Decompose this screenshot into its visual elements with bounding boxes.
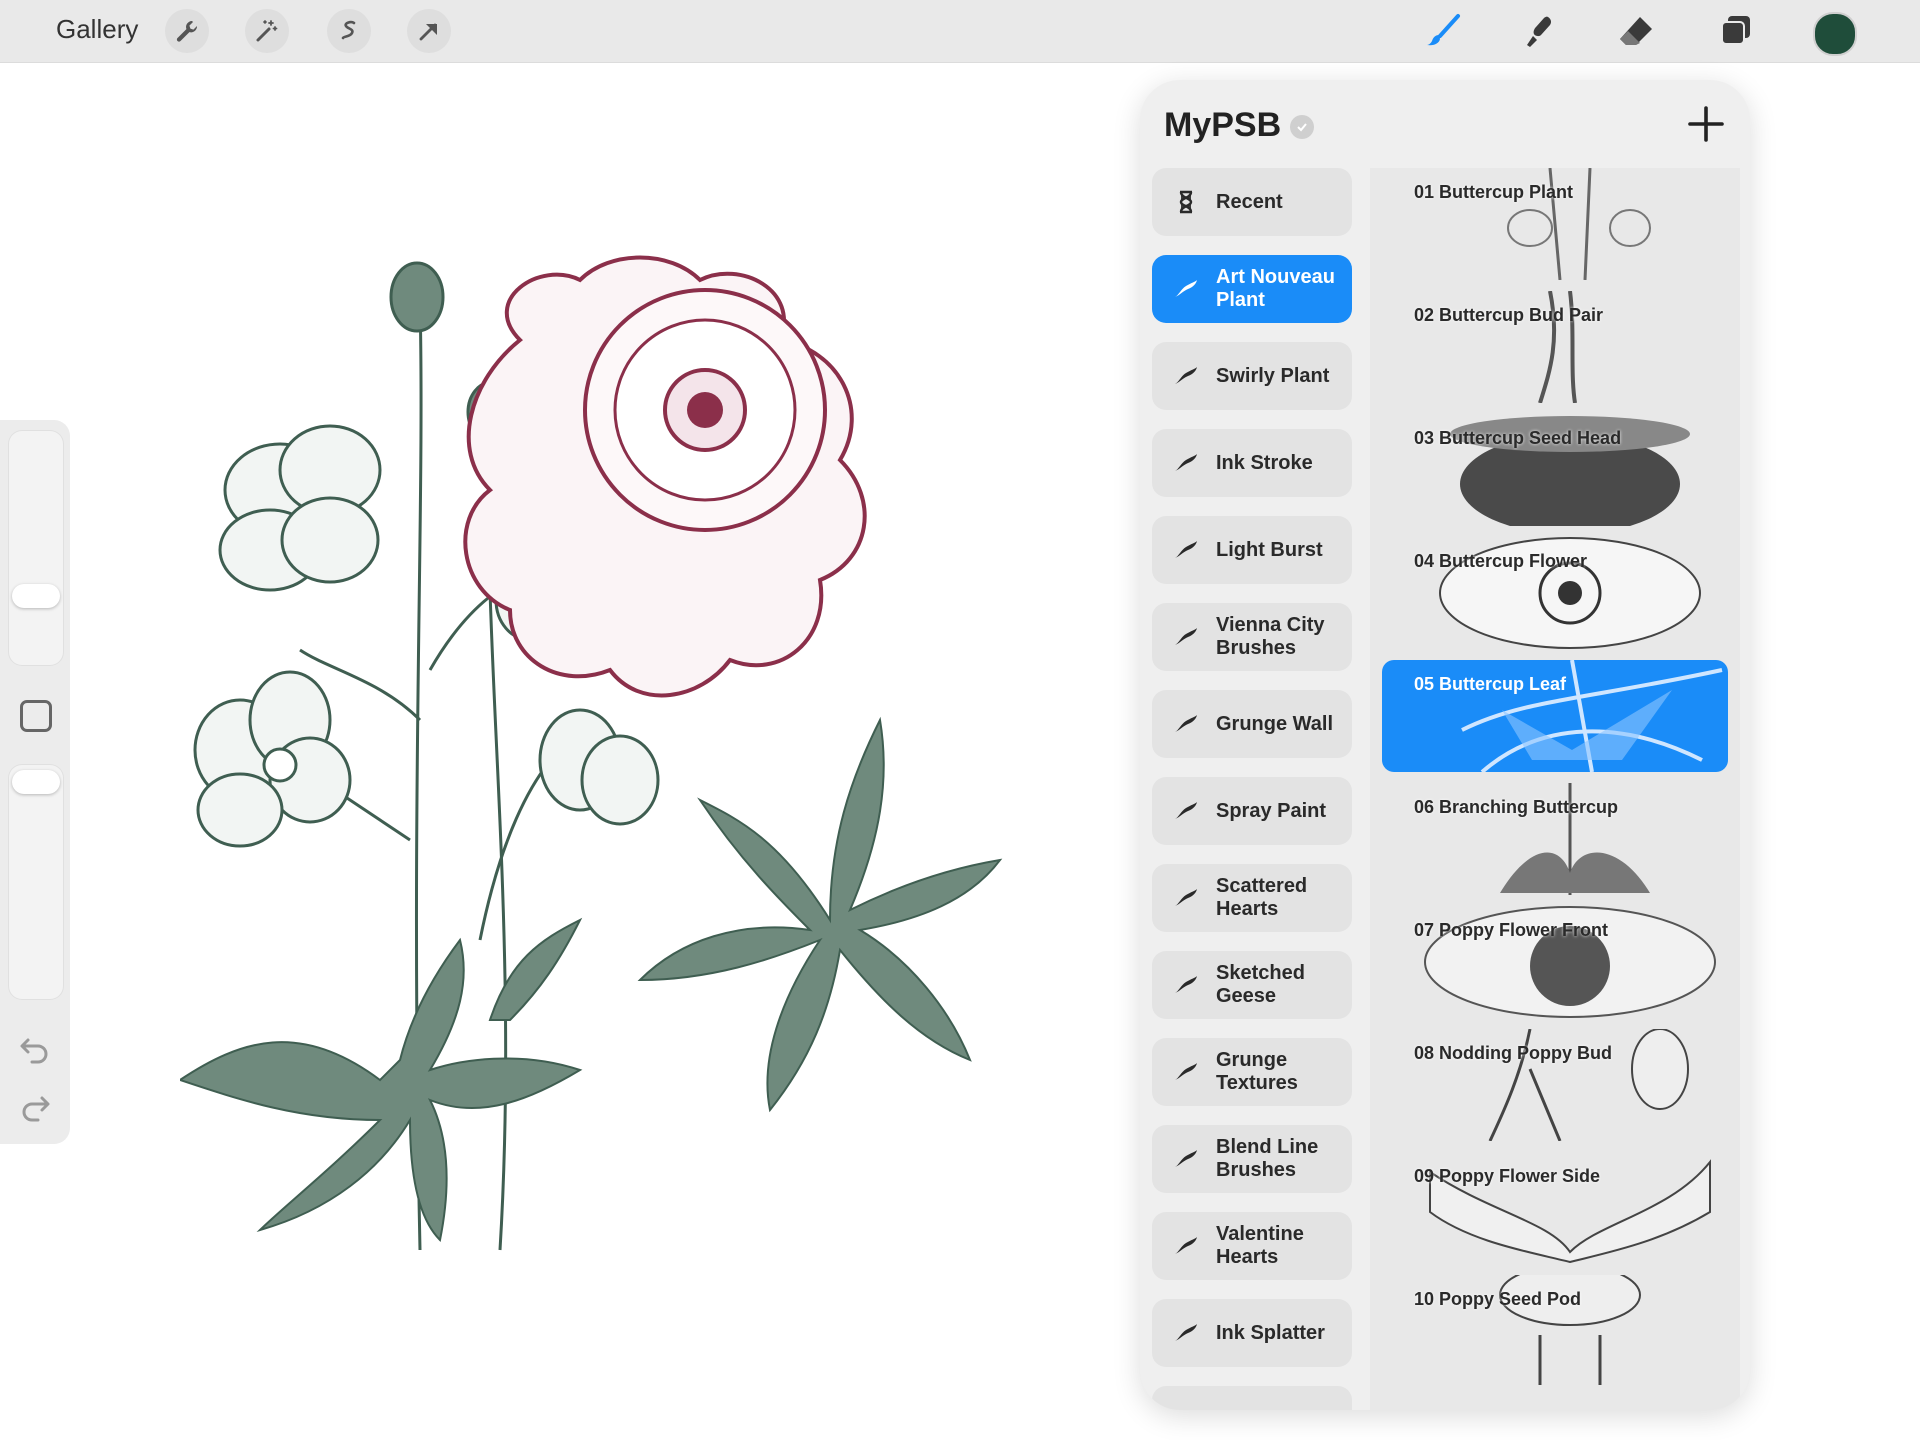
brush-name: 04 Buttercup Flower <box>1414 551 1588 571</box>
brush-name: 05 Buttercup Leaf <box>1414 674 1567 694</box>
brush-stroke-icon <box>1175 1063 1197 1080</box>
brush-set-item[interactable]: Blend Line Brushes <box>1152 1125 1352 1193</box>
brush-name: 08 Nodding Poppy Bud <box>1414 1043 1612 1063</box>
left-sidebar <box>0 420 70 1144</box>
brush-stroke-icon <box>1175 1237 1197 1254</box>
brush-item[interactable]: 07 Poppy Flower Front <box>1370 906 1740 1018</box>
opacity-thumb[interactable] <box>12 770 60 794</box>
brush-set-item[interactable]: Valentine Hearts <box>1152 1212 1352 1280</box>
brush-set-label: Vienna City Brushes <box>1216 614 1325 659</box>
brush-sets-list: Recent Art Nouveau Plant Swirly Plant Ink S… <box>1152 168 1356 1410</box>
brush-set-item[interactable]: Swirly Plant <box>1152 342 1352 410</box>
add-brush-set-button[interactable] <box>1684 102 1728 146</box>
brush-name: 02 Buttercup Bud Pair <box>1414 305 1604 325</box>
color-picker-swatch[interactable] <box>1813 12 1857 56</box>
brush-stroke-icon <box>1175 541 1197 558</box>
brush-set-label: Spray Paint <box>1216 799 1327 822</box>
modify-square-button[interactable] <box>20 700 52 732</box>
brush-name: 01 Buttercup Plant <box>1414 182 1574 202</box>
brush-set-label: Ink Stroke <box>1216 451 1313 474</box>
panel-title: MyPSB <box>1164 106 1282 144</box>
eraser-icon[interactable] <box>1612 8 1660 54</box>
hourglass-icon <box>1179 190 1193 214</box>
brush-name: 10 Poppy Seed Pod <box>1414 1289 1582 1309</box>
brush-stroke-icon <box>1175 454 1197 471</box>
brush-item[interactable]: 03 Buttercup Seed Head <box>1370 414 1740 526</box>
brush-set-label: Scattered Hearts <box>1216 875 1308 920</box>
magic-wand-icon[interactable] <box>245 9 289 53</box>
redo-icon[interactable] <box>18 1090 52 1124</box>
brush-stroke-icon <box>1175 628 1197 645</box>
gallery-button[interactable]: Gallery <box>56 14 138 45</box>
brush-size-slider[interactable] <box>8 430 64 666</box>
brush-name: 06 Branching Buttercup <box>1414 797 1619 817</box>
undo-icon[interactable] <box>18 1032 52 1066</box>
buttercup-flower-illustration <box>463 255 867 698</box>
layers-icon[interactable] <box>1712 8 1760 54</box>
brush-set-label: Sunburst <box>1216 1409 1352 1411</box>
brush-icon[interactable] <box>1420 8 1468 54</box>
wrench-icon[interactable] <box>165 9 209 53</box>
brush-item[interactable]: 04 Buttercup Flower <box>1370 537 1740 649</box>
brush-item[interactable]: 01 Buttercup Plant <box>1370 168 1740 280</box>
brush-stroke-icon <box>1175 1324 1197 1341</box>
brush-name: 03 Buttercup Seed Head <box>1414 428 1622 448</box>
brush-item[interactable]: 06 Branching Buttercup <box>1370 783 1740 895</box>
brush-set-label: Grunge Wall <box>1216 712 1334 735</box>
brush-item[interactable]: 10 Poppy Seed Pod <box>1370 1275 1740 1387</box>
brush-set-item[interactable]: Ink Splatter <box>1152 1299 1352 1367</box>
brush-set-label: Valentine Hearts <box>1216 1223 1304 1268</box>
brush-stroke-icon <box>1175 715 1197 732</box>
brush-set-item[interactable]: Scattered Hearts <box>1152 864 1352 932</box>
brush-item[interactable]: 05 Buttercup Leaf <box>1382 660 1728 772</box>
brush-set-item[interactable]: Vienna City Brushes <box>1152 603 1352 671</box>
brush-stroke-icon <box>1175 367 1197 384</box>
brush-item[interactable]: 09 Poppy Flower Side <box>1370 1152 1740 1264</box>
brush-set-label: Swirly Plant <box>1216 364 1330 387</box>
brush-set-item[interactable]: Ink Stroke <box>1152 429 1352 497</box>
brush-set-item[interactable]: Grunge Wall <box>1152 690 1352 758</box>
brush-set-label: Recent <box>1216 190 1283 213</box>
brush-set-item[interactable]: Sketched Geese <box>1152 951 1352 1019</box>
brush-set-item[interactable]: Recent <box>1152 168 1352 236</box>
opacity-slider[interactable] <box>8 764 64 1000</box>
brush-set-label: Sketched Geese <box>1216 962 1305 1007</box>
brush-set-label: Blend Line Brushes <box>1216 1136 1319 1181</box>
brush-set-label: Ink Splatter <box>1216 1321 1325 1344</box>
brush-set-item[interactable]: Light Burst <box>1152 516 1352 584</box>
canvas-artwork[interactable] <box>180 220 1140 1280</box>
brush-stroke-icon <box>1175 889 1197 906</box>
brush-stroke-icon <box>1175 802 1197 819</box>
brush-item[interactable]: 02 Buttercup Bud Pair <box>1370 291 1740 403</box>
brush-set-item[interactable]: Spray Paint <box>1152 777 1352 845</box>
brush-stroke-icon <box>1175 280 1197 297</box>
brush-item[interactable]: 08 Nodding Poppy Bud <box>1370 1029 1740 1141</box>
brush-set-label: Grunge Textures <box>1216 1049 1298 1094</box>
brush-library-panel: MyPSB Recent Art Nouveau Plant Swirly Plan… <box>1140 80 1750 1410</box>
top-toolbar: Gallery <box>0 0 1920 63</box>
brush-set-item[interactable]: Sunburst <box>1152 1386 1352 1410</box>
selection-icon[interactable] <box>327 9 371 53</box>
brush-stroke-icon <box>1175 976 1197 993</box>
brush-size-thumb[interactable] <box>12 584 60 608</box>
brush-stroke-icon <box>1175 1150 1197 1167</box>
brush-set-label: Art Nouveau Plant <box>1216 266 1335 311</box>
brushes-list: 01 Buttercup Plant 02 Buttercup Bud Pair 0… <box>1370 168 1740 1410</box>
brush-set-label: Light Burst <box>1216 538 1323 561</box>
brush-set-item[interactable]: Art Nouveau Plant <box>1152 255 1352 323</box>
checkmark-icon <box>1290 115 1314 139</box>
brush-name: 09 Poppy Flower Side <box>1414 1166 1601 1186</box>
brush-name: 07 Poppy Flower Front <box>1414 920 1609 940</box>
brush-set-item[interactable]: Grunge Textures <box>1152 1038 1352 1106</box>
smudge-icon[interactable] <box>1516 8 1564 54</box>
brush-stroke-icon <box>1172 1406 1200 1410</box>
transform-arrow-icon[interactable] <box>407 9 451 53</box>
